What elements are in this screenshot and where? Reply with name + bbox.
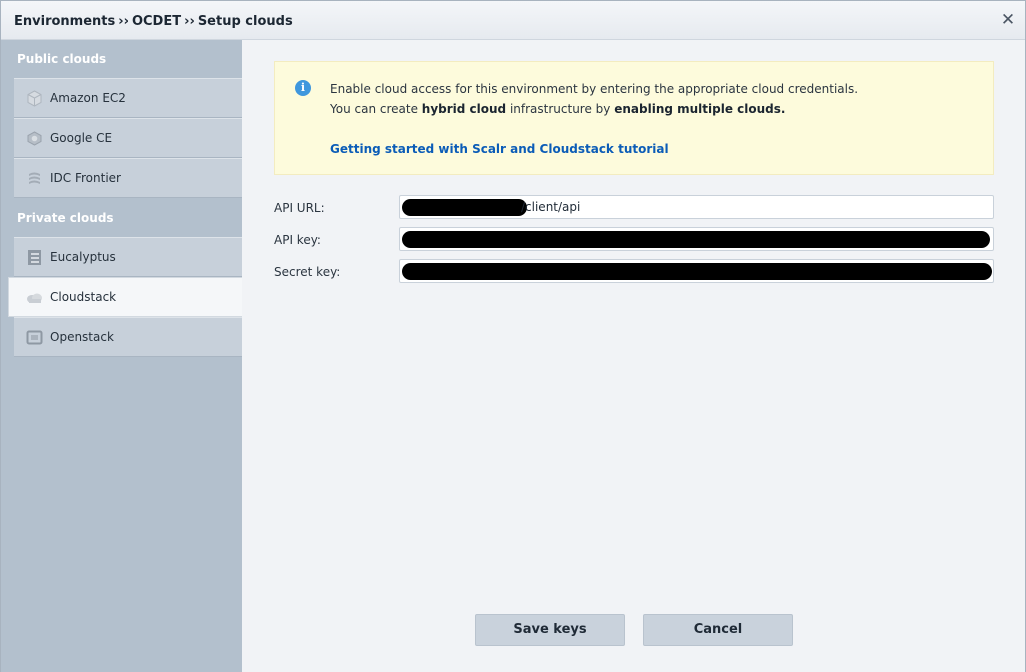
- sidebar-item-eucalyptus[interactable]: Eucalyptus: [14, 237, 242, 277]
- sidebar-item-label: Amazon EC2: [50, 91, 126, 105]
- tutorial-link[interactable]: Getting started with Scalr and Cloudstac…: [330, 142, 669, 156]
- api-key-label: API key:: [274, 233, 321, 247]
- sidebar-item-label: Cloudstack: [50, 290, 117, 304]
- amazon-ec2-icon: [27, 90, 42, 107]
- breadcrumb-ocdet[interactable]: OCDET: [132, 14, 181, 29]
- notice-bold-text: enabling multiple clouds.: [614, 102, 786, 116]
- main-content: i Enable cloud access for this environme…: [242, 40, 1025, 672]
- openstack-icon: [26, 330, 43, 345]
- notice-text-line1: Enable cloud access for this environment…: [330, 82, 859, 96]
- close-icon[interactable]: ✕: [999, 11, 1017, 29]
- idc-frontier-icon: [29, 172, 40, 184]
- api-url-value: /client/api: [521, 200, 581, 214]
- info-notice: i Enable cloud access for this environme…: [274, 61, 994, 175]
- breadcrumb-separator: ››: [118, 14, 129, 29]
- breadcrumb-setup-clouds: Setup clouds: [197, 14, 293, 29]
- api-url-input[interactable]: /client/api: [399, 195, 994, 219]
- breadcrumb-separator: ››: [184, 14, 195, 29]
- sidebar-item-label: Google CE: [50, 131, 113, 145]
- secret-key-input[interactable]: [399, 259, 994, 283]
- redacted-value: [402, 199, 527, 216]
- sidebar: Public clouds Amazon EC2 Google CE IDC F: [1, 40, 243, 672]
- redacted-value: [402, 231, 990, 248]
- sidebar-item-label: Eucalyptus: [50, 250, 116, 264]
- secret-key-label: Secret key:: [274, 265, 341, 279]
- breadcrumb: Environments ›› OCDET ›› Setup clouds: [14, 14, 293, 29]
- redacted-value: [402, 263, 992, 280]
- public-clouds-title: Public clouds: [17, 52, 107, 66]
- cloudstack-icon: [27, 293, 42, 303]
- sidebar-item-google-ce[interactable]: Google CE: [14, 118, 242, 158]
- google-ce-icon: [27, 131, 42, 146]
- notice-text: You can create: [330, 102, 422, 116]
- private-clouds-title: Private clouds: [17, 211, 114, 225]
- notice-text: infrastructure by: [506, 102, 615, 116]
- api-key-input[interactable]: [399, 227, 994, 251]
- eucalyptus-icon: [28, 250, 41, 265]
- sidebar-item-idc-frontier[interactable]: IDC Frontier: [14, 158, 242, 198]
- sidebar-item-label: IDC Frontier: [50, 171, 121, 185]
- sidebar-item-openstack[interactable]: Openstack: [14, 317, 242, 357]
- notice-text-line2: You can create hybrid cloud infrastructu…: [330, 102, 785, 116]
- setup-clouds-window: Environments ›› OCDET ›› Setup clouds ✕ Publ…: [0, 0, 1026, 672]
- breadcrumb-environments[interactable]: Environments: [14, 14, 115, 29]
- info-icon: i: [295, 80, 311, 96]
- title-bar: Environments ›› OCDET ›› Setup clouds ✕: [1, 1, 1025, 40]
- api-url-label: API URL:: [274, 201, 325, 215]
- notice-bold-text: hybrid cloud: [421, 102, 507, 116]
- sidebar-item-amazon-ec2[interactable]: Amazon EC2: [14, 78, 242, 118]
- save-keys-button[interactable]: Save keys: [475, 614, 625, 646]
- cancel-button[interactable]: Cancel: [643, 614, 793, 646]
- sidebar-item-label: Openstack: [50, 330, 114, 344]
- sidebar-item-cloudstack[interactable]: Cloudstack: [8, 277, 243, 317]
